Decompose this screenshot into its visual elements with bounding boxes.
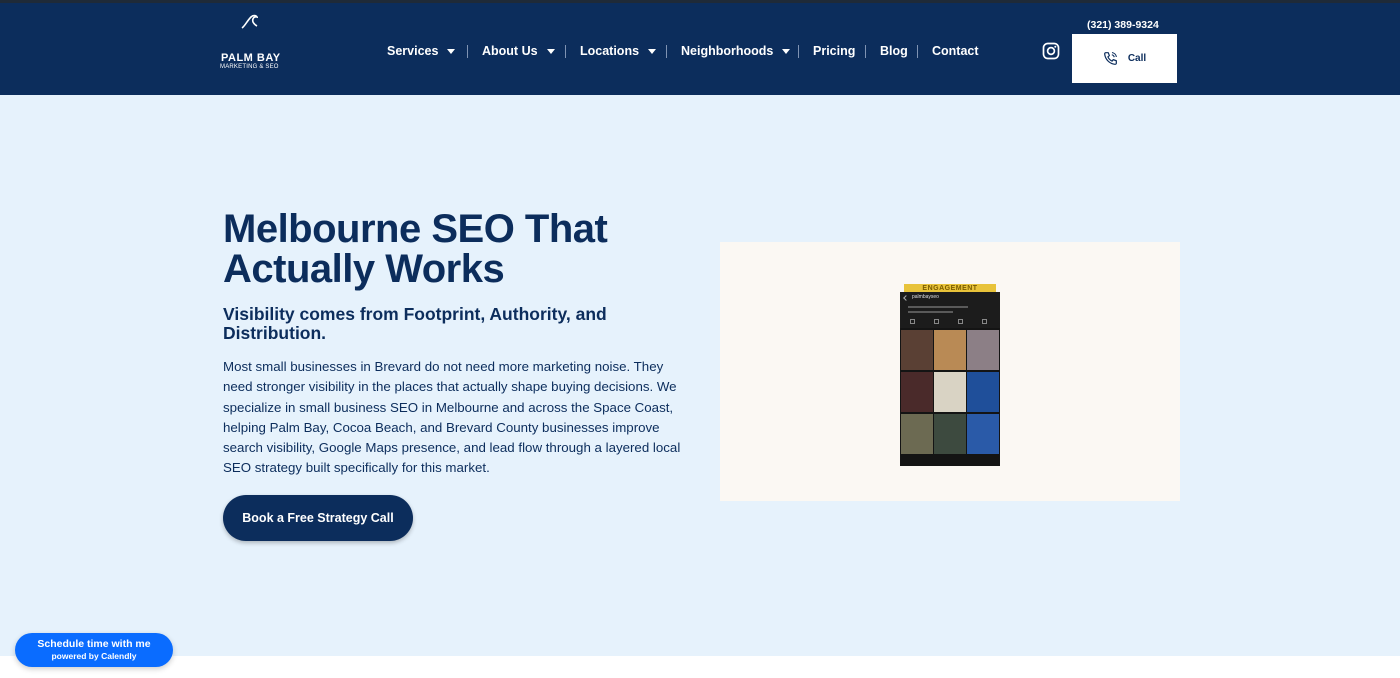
nav-item-locations[interactable]: Locations: [580, 41, 657, 61]
wave-logo-icon: [241, 14, 258, 29]
post-thumbnail: [934, 414, 966, 454]
nav-label-blog: Blog: [880, 44, 908, 58]
book-strategy-call-button[interactable]: Book a Free Strategy Call: [223, 495, 413, 541]
hero-body-text: Most small businesses in Brevard do not …: [223, 359, 681, 476]
post-thumbnail: [967, 372, 999, 412]
post-thumbnail: [901, 414, 933, 454]
site-logo[interactable]: PALM BAY MARKETING & SEO: [218, 7, 282, 71]
post-thumbnail: [901, 372, 933, 412]
profile-bio-line: [908, 311, 953, 313]
nav-label-services: Services: [387, 44, 439, 58]
nav-label-locations: Locations: [580, 44, 640, 58]
profile-header: palmbayseo: [900, 292, 1000, 328]
nav-divider: [917, 45, 918, 58]
main-nav: Services About Us Locations Neighborhood…: [0, 41, 1400, 61]
reels-tab-icon: [934, 319, 939, 324]
nav-divider: [467, 45, 468, 58]
calendly-main-label: Schedule time with me: [37, 638, 151, 650]
profile-bio-line: [908, 306, 968, 308]
next-section-edge: [0, 656, 1400, 678]
tagged-tab-icon: [958, 319, 963, 324]
nav-divider: [565, 45, 566, 58]
nav-divider: [798, 45, 799, 58]
nav-label-about-us: About Us: [482, 44, 538, 58]
nav-label-pricing: Pricing: [813, 44, 856, 58]
instagram-icon[interactable]: [1042, 42, 1060, 60]
chevron-down-icon: [447, 48, 456, 54]
chevron-down-icon: [782, 48, 791, 54]
post-thumbnail: [967, 330, 999, 370]
saved-tab-icon: [982, 319, 987, 324]
back-arrow-icon: [903, 295, 909, 301]
hero-media-panel: ENGAGEMENT palmbayseo: [720, 242, 1180, 501]
chevron-down-icon: [648, 48, 657, 54]
grid-tab-icon: [910, 319, 915, 324]
nav-divider: [666, 45, 667, 58]
calendly-sub-label: powered by Calendly: [51, 651, 137, 661]
post-thumbnail: [901, 330, 933, 370]
nav-item-pricing[interactable]: Pricing: [813, 41, 855, 61]
nav-label-contact: Contact: [932, 44, 979, 58]
phone-icon: [1103, 51, 1117, 65]
nav-item-about-us[interactable]: About Us: [482, 41, 555, 61]
site-header: PALM BAY MARKETING & SEO Services About …: [0, 3, 1400, 95]
post-thumbnail: [967, 414, 999, 454]
calendly-badge[interactable]: Schedule time with me powered by Calendl…: [15, 633, 173, 667]
post-thumbnail: [934, 330, 966, 370]
nav-item-contact[interactable]: Contact: [932, 41, 979, 61]
header-phone-number[interactable]: (321) 389-9324: [1087, 19, 1159, 31]
nav-item-blog[interactable]: Blog: [880, 41, 908, 61]
nav-divider: [865, 45, 866, 58]
post-thumbnail: [934, 372, 966, 412]
hero-title: Melbourne SEO That Actually Works: [223, 207, 608, 291]
nav-label-neighborhoods: Neighborhoods: [681, 44, 774, 58]
instagram-profile-screenshot: ENGAGEMENT palmbayseo: [900, 284, 1000, 466]
hero-section: Melbourne SEO That Actually Works Visibi…: [0, 95, 1400, 656]
hero-subtitle: Visibility comes from Footprint, Authori…: [223, 304, 607, 343]
call-button-label: Call: [1127, 53, 1147, 64]
nav-item-services[interactable]: Services: [387, 41, 456, 61]
chevron-down-icon: [546, 48, 555, 54]
call-button[interactable]: Call: [1072, 34, 1177, 83]
phone-screen: palmbayseo: [900, 292, 1000, 466]
logo-subtitle: MARKETING & SEO: [220, 64, 279, 70]
nav-item-neighborhoods[interactable]: Neighborhoods: [681, 41, 791, 61]
profile-handle: palmbayseo: [912, 294, 939, 300]
